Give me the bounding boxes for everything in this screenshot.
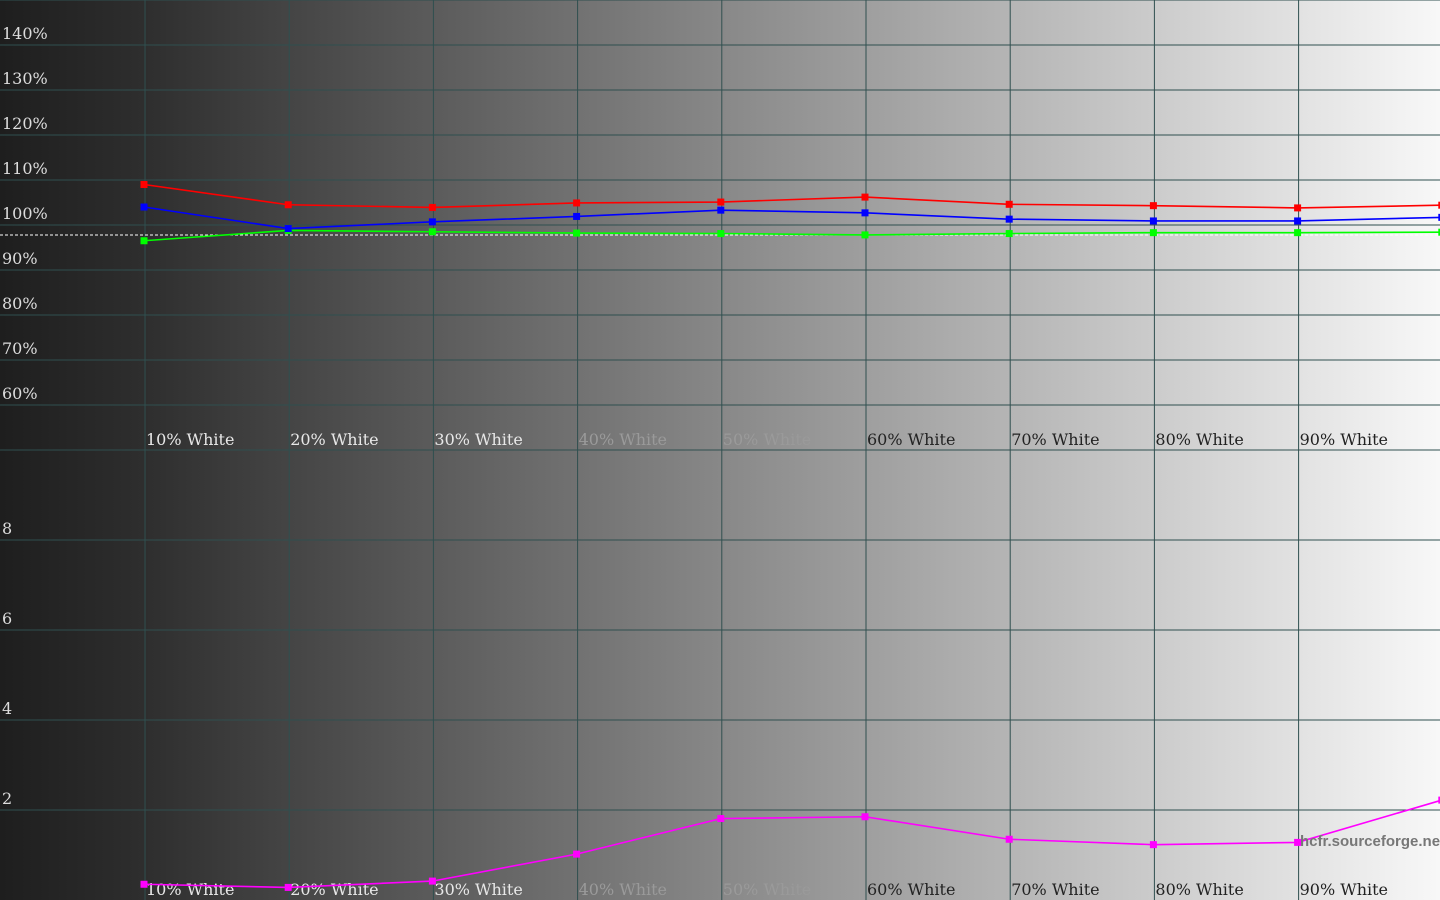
y-tick-label: 90%	[2, 249, 38, 268]
y-tick-label: 2	[2, 789, 12, 808]
red-series-point	[717, 198, 725, 206]
x-category-label: 10% White	[146, 880, 234, 899]
magenta-series-point	[428, 877, 436, 885]
y-tick-label: 80%	[2, 294, 38, 313]
green-series-point	[861, 231, 869, 239]
blue-series-point	[1005, 215, 1013, 223]
x-category-label: 80% White	[1155, 430, 1243, 449]
y-tick-label: 60%	[2, 384, 38, 403]
y-tick-label: 8	[2, 519, 12, 538]
green-series-point	[428, 228, 436, 236]
green-series-point	[1294, 229, 1302, 237]
green-series-point	[717, 230, 725, 238]
y-tick-label: 4	[2, 699, 12, 718]
x-category-label: 30% White	[434, 880, 522, 899]
x-category-label: 90% White	[1300, 430, 1388, 449]
watermark-label: hcfr.sourceforge.net	[1300, 833, 1440, 850]
magenta-series-point	[1005, 835, 1013, 843]
x-category-label: 20% White	[290, 430, 378, 449]
red-series-point	[573, 199, 581, 207]
x-category-label: 40% White	[579, 430, 667, 449]
red-series-point	[284, 201, 292, 209]
y-tick-label: 120%	[2, 114, 48, 133]
red-series-point	[140, 181, 148, 188]
calibration-chart: 140% 130% 120% 110% 100% 90% 80% 70% 60% 8 6 4 2 10%…	[0, 0, 1440, 900]
red-series-point	[861, 193, 869, 201]
magenta-series-point	[717, 815, 725, 823]
x-category-label: 10% White	[146, 430, 234, 449]
y-tick-label: 6	[2, 609, 12, 628]
x-category-label: 90% White	[1300, 880, 1388, 899]
blue-series-point	[140, 203, 148, 211]
red-series-point	[1005, 200, 1013, 208]
magenta-series-point	[861, 813, 869, 821]
blue-series-point	[1149, 217, 1157, 225]
y-tick-label: 110%	[2, 159, 48, 178]
blue-series-point	[717, 206, 725, 214]
y-tick-label: 140%	[2, 24, 48, 43]
x-category-label: 40% White	[579, 880, 667, 899]
red-series-point	[428, 203, 436, 211]
x-category-label: 30% White	[434, 430, 522, 449]
y-tick-label: 130%	[2, 69, 48, 88]
green-series-point	[1149, 229, 1157, 237]
x-category-label: 80% White	[1155, 880, 1243, 899]
red-series-point	[1149, 202, 1157, 210]
red-series-point	[1294, 204, 1302, 212]
blue-series-point	[1294, 217, 1302, 225]
y-tick-label: 70%	[2, 339, 38, 358]
blue-series-point	[861, 209, 869, 217]
blue-series-point	[573, 212, 581, 220]
chart-canvas: 140% 130% 120% 110% 100% 90% 80% 70% 60% 8 6 4 2 10%…	[0, 0, 1440, 900]
x-category-label: 70% White	[1011, 430, 1099, 449]
x-category-label: 50% White	[723, 880, 811, 899]
magenta-series-point	[284, 883, 292, 891]
x-category-label: 60% White	[867, 430, 955, 449]
green-series-point	[140, 237, 148, 245]
x-category-label: 70% White	[1011, 880, 1099, 899]
magenta-series-point	[573, 850, 581, 858]
blue-series-point	[284, 225, 292, 233]
x-category-label: 60% White	[867, 880, 955, 899]
y-tick-label: 100%	[2, 204, 48, 223]
blue-series-point	[428, 218, 436, 226]
green-series-point	[573, 229, 581, 237]
magenta-series-point	[1149, 841, 1157, 849]
green-series-point	[1005, 230, 1013, 238]
x-category-label: 50% White	[723, 430, 811, 449]
magenta-series-point	[140, 880, 148, 888]
x-category-label: 20% White	[290, 880, 378, 899]
